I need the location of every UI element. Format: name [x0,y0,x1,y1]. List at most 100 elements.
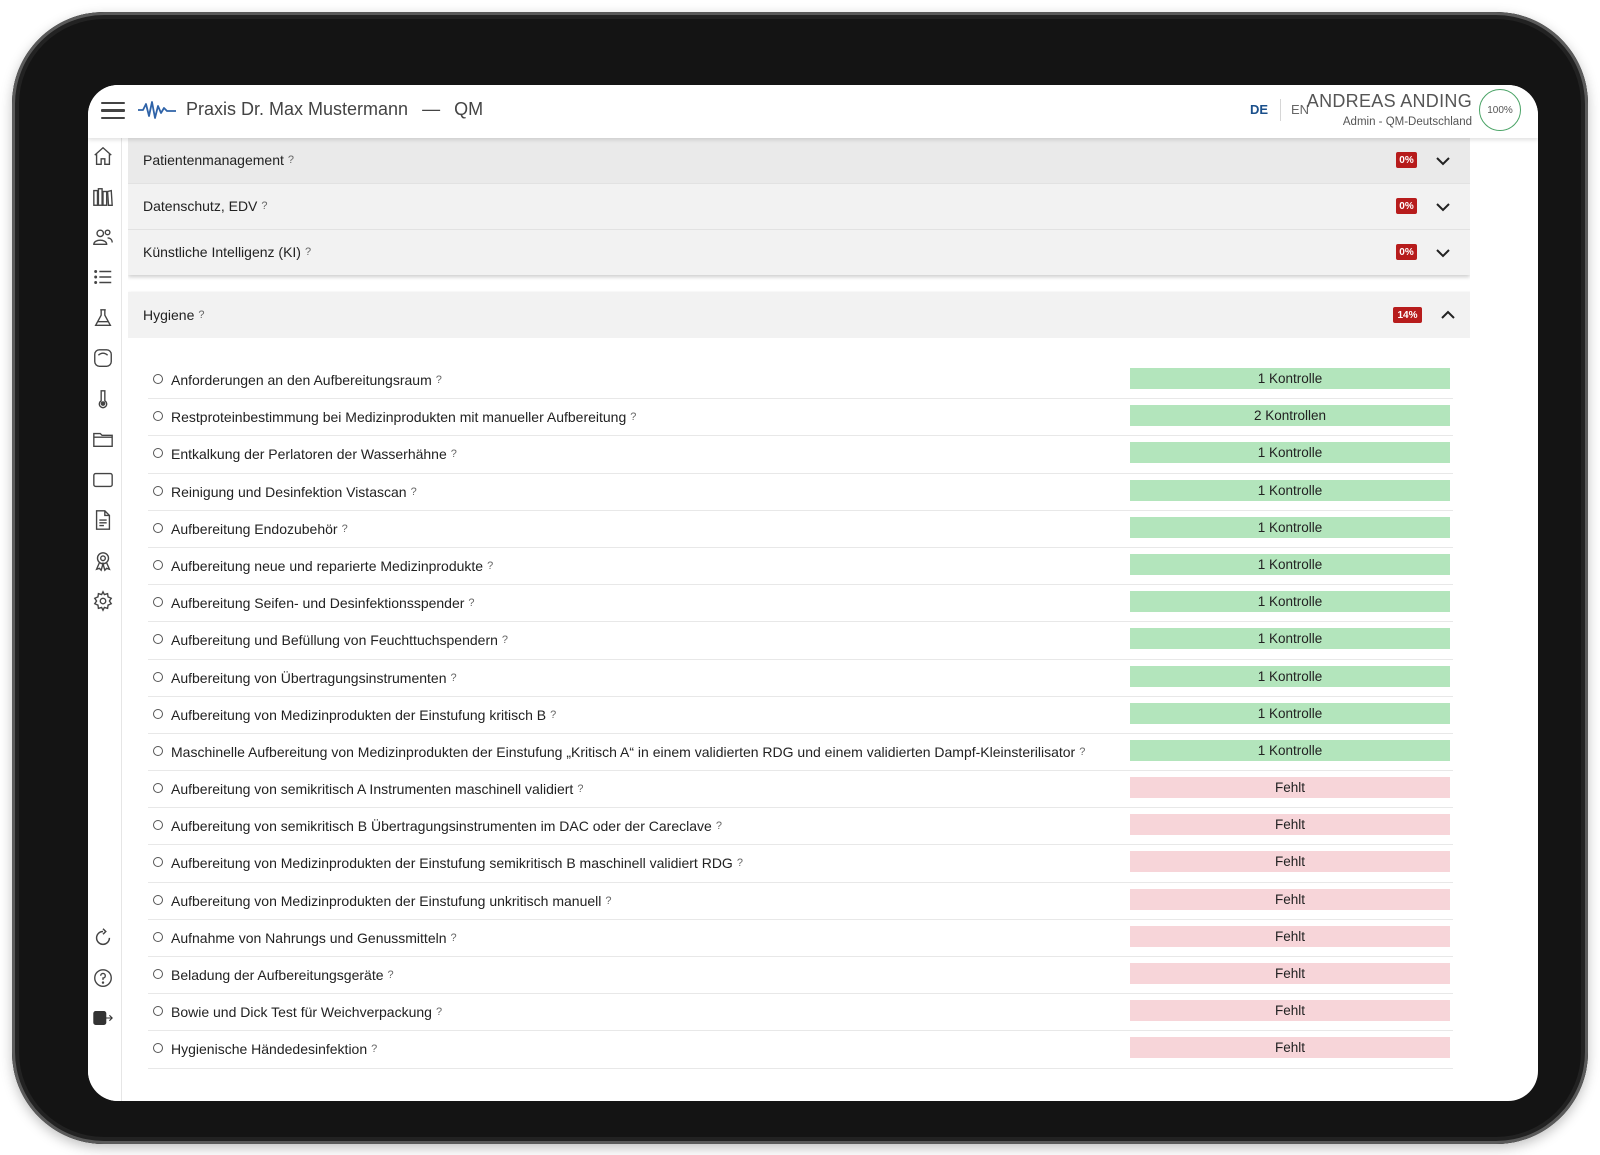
chevron-down-icon[interactable] [1436,200,1450,214]
users-icon[interactable] [92,226,116,250]
help-icon[interactable]: ? [451,932,457,944]
control-status[interactable]: Fehlt [1130,1000,1450,1022]
section-kuenstliche-intelligenz[interactable]: Künstliche Intelligenz (KI)? 0% [128,230,1470,275]
control-status[interactable]: 1 Kontrolle [1130,442,1450,464]
help-icon[interactable]: ? [436,1006,442,1018]
list-item[interactable]: Bowie und Dick Test für Weichverpackung?… [148,994,1453,1032]
control-status[interactable]: 2 Kontrollen [1130,405,1450,427]
section-label: Patientenmanagement? [143,152,294,168]
chevron-down-icon[interactable] [1436,154,1450,168]
progress-badge: 0% [1396,152,1417,168]
control-status[interactable]: Fehlt [1130,851,1450,873]
item-title: Aufbereitung von semikritisch B Übertrag… [171,818,712,835]
help-icon[interactable]: ? [305,246,311,258]
item-title: Aufbereitung und Befüllung von Feuchttuc… [171,632,498,649]
help-icon[interactable]: ? [451,672,457,684]
help-icon[interactable]: ? [436,374,442,386]
chevron-up-icon[interactable] [1441,308,1455,322]
help-icon[interactable]: ? [630,411,636,423]
item-label: Aufbereitung neue und reparierte Medizin… [171,558,493,574]
document-icon[interactable] [92,509,116,533]
list-item[interactable]: Aufbereitung Endozubehör? 1 Kontrolle [148,511,1453,548]
control-status[interactable]: 1 Kontrolle [1130,368,1450,389]
control-status[interactable]: 1 Kontrolle [1130,739,1450,761]
list-item[interactable]: Aufbereitung und Befüllung von Feuchttuc… [148,622,1453,660]
item-label: Aufbereitung von Übertragungsinstrumente… [171,670,457,686]
award-icon[interactable] [92,550,116,574]
bullet-circle-icon [153,969,163,979]
list-item[interactable]: Aufbereitung von Übertragungsinstrumente… [148,660,1453,697]
menu-icon[interactable] [101,102,125,120]
help-icon[interactable]: ? [288,154,294,166]
list-item[interactable]: Aufbereitung von semikritisch B Übertrag… [148,808,1453,846]
flask-icon[interactable] [92,307,116,331]
tablet-icon[interactable] [92,469,116,493]
control-status[interactable]: 1 Kontrolle [1130,553,1450,575]
control-status[interactable]: Fehlt [1130,925,1450,947]
list-item[interactable]: Anforderungen an den Aufbereitungsraum? 1… [148,362,1453,400]
control-status[interactable]: 1 Kontrolle [1130,628,1450,650]
list-item[interactable]: Aufbereitung neue und reparierte Medizin… [148,548,1453,586]
thermometer-icon[interactable] [92,388,116,412]
help-icon[interactable]: ? [411,486,417,498]
help-icon[interactable]: ? [550,709,556,721]
list-item[interactable]: Beladung der Aufbereitungsgeräte? Fehlt [148,957,1453,995]
refresh-icon[interactable] [92,926,116,950]
list-item[interactable]: Hygienische Händedesinfektion? Fehlt [148,1031,1453,1069]
chevron-down-icon[interactable] [1436,246,1450,260]
section-datenschutz[interactable]: Datenschutz, EDV? 0% [128,184,1470,230]
bullet-circle-icon [153,820,163,831]
list-icon[interactable] [92,266,116,290]
control-status[interactable]: 1 Kontrolle [1130,702,1450,724]
help-icon[interactable]: ? [737,857,743,869]
help-icon[interactable] [92,967,116,991]
help-icon[interactable]: ? [1079,746,1085,758]
section-patientenmanagement[interactable]: Patientenmanagement? 0% [128,138,1470,184]
control-status[interactable]: 1 Kontrolle [1130,479,1450,501]
list-item[interactable]: Maschinelle Aufbereitung von Medizinprod… [148,734,1453,772]
item-title: Aufbereitung von Medizinprodukten der Ei… [171,706,547,723]
help-icon[interactable]: ? [577,783,583,795]
bullet-circle-icon [153,931,163,942]
list-item[interactable]: Aufnahme von Nahrungs und Genussmitteln?… [148,920,1453,957]
help-icon[interactable]: ? [198,309,204,321]
home-icon[interactable] [92,145,116,169]
list-item[interactable]: Aufbereitung Seifen- und Desinfektionssp… [148,585,1453,623]
list-item[interactable]: Aufbereitung von Medizinprodukten der Ei… [148,845,1453,883]
control-status[interactable]: Fehlt [1130,814,1450,836]
list-item[interactable]: Aufbereitung von semikritisch A Instrume… [148,771,1453,809]
help-icon[interactable]: ? [468,597,474,609]
logout-icon[interactable] [92,1007,116,1031]
item-label: Aufbereitung Seifen- und Desinfektionssp… [171,595,475,611]
control-status[interactable]: Fehlt [1130,963,1450,984]
folder-icon[interactable] [92,428,116,452]
help-icon[interactable]: ? [342,523,348,535]
item-title: Aufbereitung neue und reparierte Medizin… [171,557,484,574]
gear-icon[interactable] [92,590,116,614]
list-item[interactable]: Aufbereitung von Medizinprodukten der Ei… [148,883,1453,920]
help-icon[interactable]: ? [261,200,267,212]
item-title: Aufbereitung von semikritisch A Instrume… [171,781,574,798]
help-icon[interactable]: ? [371,1043,377,1055]
list-item[interactable]: Aufbereitung von Medizinprodukten der Ei… [148,697,1453,734]
help-icon[interactable]: ? [502,634,508,646]
control-status[interactable]: 1 Kontrolle [1130,591,1450,613]
lang-de-button[interactable]: DE [1250,102,1268,117]
list-item[interactable]: Reinigung und Desinfektion Vistascan? 1 K… [148,474,1453,511]
list-item[interactable]: Entkalkung der Perlatoren der Wasserhähn… [148,436,1453,474]
control-status[interactable]: Fehlt [1130,777,1450,799]
help-icon[interactable]: ? [388,969,394,981]
help-icon[interactable]: ? [451,448,457,460]
control-status[interactable]: 1 Kontrolle [1130,665,1450,687]
control-status[interactable]: 1 Kontrolle [1130,516,1450,538]
control-status[interactable]: Fehlt [1130,1037,1450,1059]
control-status[interactable]: Fehlt [1130,888,1450,910]
user-name[interactable]: ANDREAS ANDING [1307,91,1472,112]
section-hygiene-header[interactable]: Hygiene? 14% [128,292,1470,338]
device-icon[interactable] [92,347,116,371]
help-icon[interactable]: ? [716,820,722,832]
help-icon[interactable]: ? [487,560,493,572]
library-icon[interactable] [92,186,116,210]
help-icon[interactable]: ? [605,895,611,907]
list-item[interactable]: Restproteinbestimmung bei Medizinprodukt… [148,399,1453,437]
